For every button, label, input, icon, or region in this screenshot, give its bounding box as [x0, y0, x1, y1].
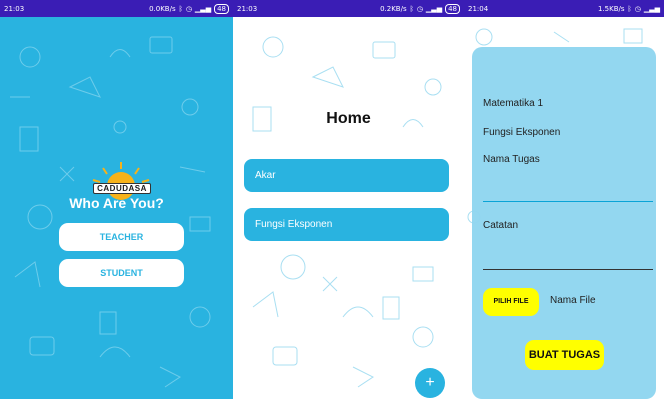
status-indicators: 0.0KB/s ᛒ ◷ ▁▃▅ 48 — [149, 3, 229, 14]
notes-label: Catatan — [483, 220, 519, 231]
bluetooth-icon: ᛒ — [409, 4, 414, 13]
status-bar: 21:04 1.5KB/s ᛒ ◷ ▁▃▅ — [464, 0, 664, 17]
battery-icon: 48 — [445, 3, 460, 14]
status-bar: 21:03 0.2KB/s ᛒ ◷ ▁▃▅ 48 — [233, 0, 464, 17]
teacher-button[interactable]: TEACHER — [59, 223, 184, 251]
choose-file-button[interactable]: PILIH FILE — [483, 288, 539, 316]
bluetooth-icon: ᛒ — [178, 4, 183, 13]
battery-icon: 48 — [214, 3, 229, 14]
topic-label: Fungsi Eksponen — [483, 127, 561, 138]
signal-icon: ▁▃▅ — [643, 4, 660, 13]
file-name-label: Nama File — [550, 295, 596, 306]
signal-icon: ▁▃▅ — [425, 4, 443, 13]
status-time: 21:03 — [237, 4, 258, 13]
network-speed: 1.5KB/s — [598, 4, 625, 13]
network-speed: 0.0KB/s — [149, 4, 176, 13]
status-indicators: 1.5KB/s ᛒ ◷ ▁▃▅ — [598, 5, 660, 13]
network-speed: 0.2KB/s — [380, 4, 407, 13]
role-heading: Who Are You? — [69, 195, 164, 211]
task-name-label: Nama Tugas — [483, 154, 540, 165]
add-icon[interactable]: + — [415, 368, 445, 398]
home-screen: 21:03 0.2KB/s ᛒ ◷ ▁▃▅ 48 Home Akar Fungs… — [233, 0, 464, 399]
list-item-akar[interactable]: Akar — [244, 159, 449, 192]
task-name-input[interactable] — [483, 201, 653, 202]
signal-icon: ▁▃▅ — [194, 4, 212, 13]
alarm-icon: ◷ — [185, 4, 192, 13]
logo-wordmark: CADUDASA — [93, 183, 151, 194]
role-selection-screen: 21:03 0.0KB/s ᛒ ◷ ▁▃▅ 48 CADUDASA Who Ar… — [0, 0, 233, 399]
bluetooth-icon: ᛒ — [627, 4, 632, 13]
subject-label: Matematika 1 — [483, 98, 544, 109]
page-title: Home — [326, 110, 371, 127]
status-time: 21:04 — [468, 4, 489, 13]
create-task-screen: 21:04 1.5KB/s ᛒ ◷ ▁▃▅ Matematika 1 Fungs… — [464, 0, 664, 399]
list-item-fungsi-eksponen[interactable]: Fungsi Eksponen — [244, 208, 449, 241]
notes-input[interactable] — [483, 269, 653, 270]
alarm-icon: ◷ — [634, 4, 641, 13]
student-button[interactable]: STUDENT — [59, 259, 184, 287]
status-indicators: 0.2KB/s ᛒ ◷ ▁▃▅ 48 — [380, 3, 460, 14]
alarm-icon: ◷ — [416, 4, 423, 13]
status-time: 21:03 — [4, 4, 25, 13]
create-task-button[interactable]: BUAT TUGAS — [525, 340, 604, 370]
status-bar: 21:03 0.0KB/s ᛒ ◷ ▁▃▅ 48 — [0, 0, 233, 17]
